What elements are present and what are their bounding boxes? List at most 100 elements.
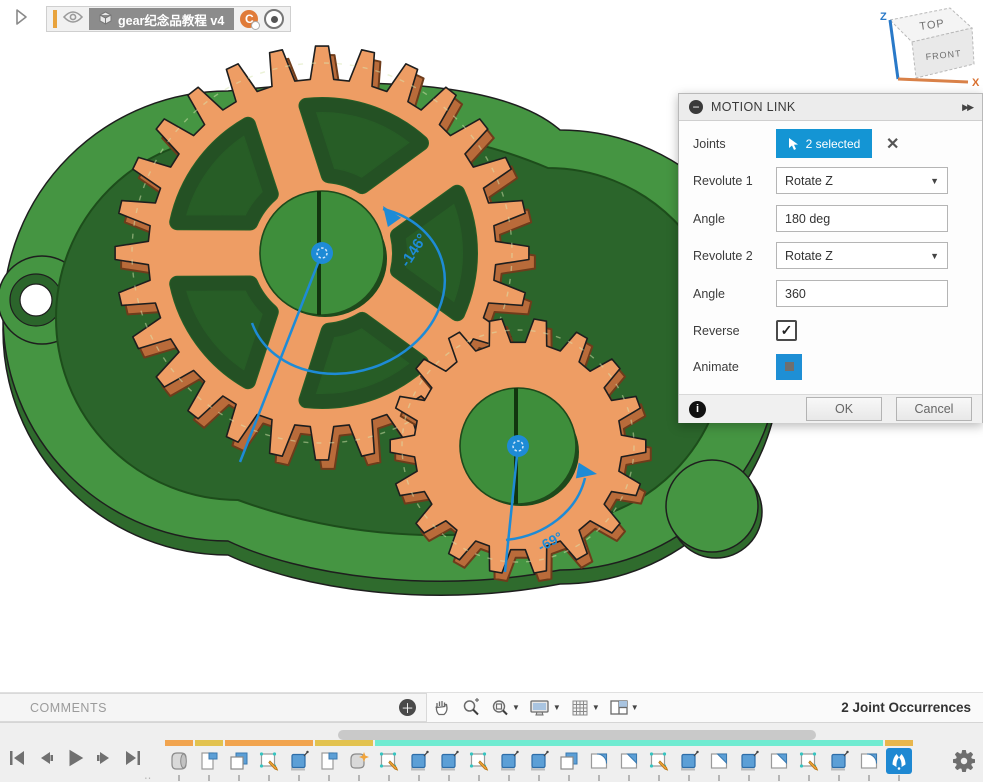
- playback-play-button[interactable]: [64, 747, 86, 769]
- base-bump[interactable]: [666, 460, 758, 552]
- document-tab[interactable]: gear纪念品教程 v4: [89, 8, 234, 30]
- joints-selection-button[interactable]: 2 selected: [776, 129, 872, 158]
- visibility-eye-icon[interactable]: [63, 10, 83, 29]
- timeline-group-bar[interactable]: [165, 740, 193, 746]
- ok-button[interactable]: OK: [806, 397, 882, 421]
- clear-selection-icon[interactable]: ✕: [886, 134, 899, 154]
- timeline-feature-extrude[interactable]: [286, 748, 312, 774]
- timeline-tick: [418, 775, 420, 781]
- grid-layout-icon[interactable]: ▼: [570, 698, 600, 718]
- playback-step-forward-button[interactable]: [93, 747, 115, 769]
- component-badge-icon[interactable]: C: [240, 10, 258, 28]
- revolute2-row: Revolute 2 Rotate Z▼: [693, 241, 970, 270]
- timeline-feature-extrude[interactable]: [436, 748, 462, 774]
- playback-skip-start-button[interactable]: [6, 747, 28, 769]
- display-settings-icon[interactable]: ▼: [529, 698, 561, 718]
- timeline-feature-form[interactable]: [166, 748, 192, 774]
- timeline-tick: [868, 775, 870, 781]
- comments-panel[interactable]: COMMENTS ＋: [0, 693, 427, 722]
- browser-expand-arrow-icon[interactable]: [12, 8, 30, 26]
- timeline-feature-sketch[interactable]: [646, 748, 672, 774]
- timeline-tick: [568, 775, 570, 781]
- timeline-settings-gear-icon[interactable]: [953, 750, 975, 772]
- fit-icon[interactable]: ▼: [490, 698, 520, 718]
- chevron-down-icon[interactable]: ▼: [631, 703, 639, 712]
- dialog-footer: i OK Cancel: [679, 394, 982, 423]
- navigation-toolbar: ▼ ▼ ▼ ▼: [432, 693, 639, 722]
- add-comment-icon[interactable]: ＋: [399, 699, 416, 716]
- timeline-feature-sketch[interactable]: [466, 748, 492, 774]
- document-header-group: gear纪念品教程 v4 C: [46, 6, 291, 32]
- cancel-button[interactable]: Cancel: [896, 397, 972, 421]
- timeline-tick: [298, 775, 300, 781]
- playback-step-back-button[interactable]: [35, 747, 57, 769]
- activate-radio-icon[interactable]: [264, 9, 284, 29]
- angle1-input[interactable]: 180 deg: [776, 205, 948, 232]
- timeline-group-bar[interactable]: [885, 740, 913, 746]
- chevron-down-icon[interactable]: ▼: [553, 703, 561, 712]
- timeline-feature-box[interactable]: [226, 748, 252, 774]
- timeline-group-bar[interactable]: [375, 740, 883, 746]
- timeline-tick: [328, 775, 330, 781]
- timeline-tick: [268, 775, 270, 781]
- pan-icon[interactable]: [432, 698, 452, 718]
- joints-label: Joints: [693, 137, 776, 151]
- timeline-feature-sketch[interactable]: [256, 748, 282, 774]
- timeline-feature-box[interactable]: [556, 748, 582, 774]
- timeline-tick: [178, 775, 180, 781]
- timeline-tick: [718, 775, 720, 781]
- revolute1-row: Revolute 1 Rotate Z▼: [693, 166, 970, 195]
- timeline-group-bar[interactable]: [315, 740, 373, 746]
- timeline-feature-fillet[interactable]: [586, 748, 612, 774]
- timeline-feature-chamfer[interactable]: [616, 748, 642, 774]
- animate-label: Animate: [693, 360, 776, 374]
- chevron-down-icon: ▼: [930, 251, 939, 261]
- timeline-tick: [448, 775, 450, 781]
- reverse-checkbox[interactable]: ✓: [776, 320, 797, 341]
- timeline-scrollbar[interactable]: [338, 730, 816, 740]
- x-axis-label: X: [972, 77, 980, 88]
- timeline-tick: [538, 775, 540, 781]
- timeline-feature-chamfer[interactable]: [766, 748, 792, 774]
- collapse-icon[interactable]: −: [689, 100, 703, 114]
- dock-arrows-icon[interactable]: ▶▶: [962, 102, 972, 113]
- cursor-icon: [788, 137, 800, 151]
- animate-stop-button[interactable]: [776, 354, 802, 380]
- timeline-feature-form-star[interactable]: [346, 748, 372, 774]
- chevron-down-icon[interactable]: ▼: [592, 703, 600, 712]
- revolute1-label: Revolute 1: [693, 174, 776, 188]
- timeline-tick: [898, 775, 900, 781]
- timeline-feature-extrude[interactable]: [496, 748, 522, 774]
- timeline-feature-joint-selected[interactable]: [886, 748, 912, 774]
- timeline-feature-extrude[interactable]: [826, 748, 852, 774]
- reverse-label: Reverse: [693, 324, 776, 338]
- timeline-feature-extrude[interactable]: [676, 748, 702, 774]
- dialog-header[interactable]: − MOTION LINK ▶▶: [679, 94, 982, 121]
- playback-skip-end-button[interactable]: [122, 747, 144, 769]
- x-axis-line: [898, 79, 968, 82]
- timeline-feature-plane[interactable]: [196, 748, 222, 774]
- timeline-feature-sketch[interactable]: [376, 748, 402, 774]
- angle2-row: Angle 360: [693, 279, 970, 308]
- timeline-tick: [208, 775, 210, 781]
- timeline-feature-extrude[interactable]: [736, 748, 762, 774]
- timeline-feature-extrude[interactable]: [406, 748, 432, 774]
- timeline-feature-extrude[interactable]: [526, 748, 552, 774]
- viewports-icon[interactable]: ▼: [609, 699, 639, 717]
- zoom-icon[interactable]: [461, 698, 481, 718]
- timeline-group-bar[interactable]: [195, 740, 223, 746]
- chevron-down-icon[interactable]: ▼: [512, 703, 520, 712]
- animate-row: Animate: [693, 352, 970, 381]
- revolute1-dropdown[interactable]: Rotate Z▼: [776, 167, 948, 194]
- timeline-feature-fillet[interactable]: [856, 748, 882, 774]
- timeline-feature-plane[interactable]: [316, 748, 342, 774]
- angle2-input[interactable]: 360: [776, 280, 948, 307]
- timeline-group-bar[interactable]: [225, 740, 313, 746]
- revolute2-dropdown[interactable]: Rotate Z▼: [776, 242, 948, 269]
- angle2-label: Angle: [693, 287, 776, 301]
- timeline-feature-sketch[interactable]: [796, 748, 822, 774]
- timeline-feature-chamfer[interactable]: [706, 748, 732, 774]
- top-toolbar: gear纪念品教程 v4 C: [0, 0, 983, 34]
- info-icon[interactable]: i: [689, 401, 706, 418]
- timeline-tick: [388, 775, 390, 781]
